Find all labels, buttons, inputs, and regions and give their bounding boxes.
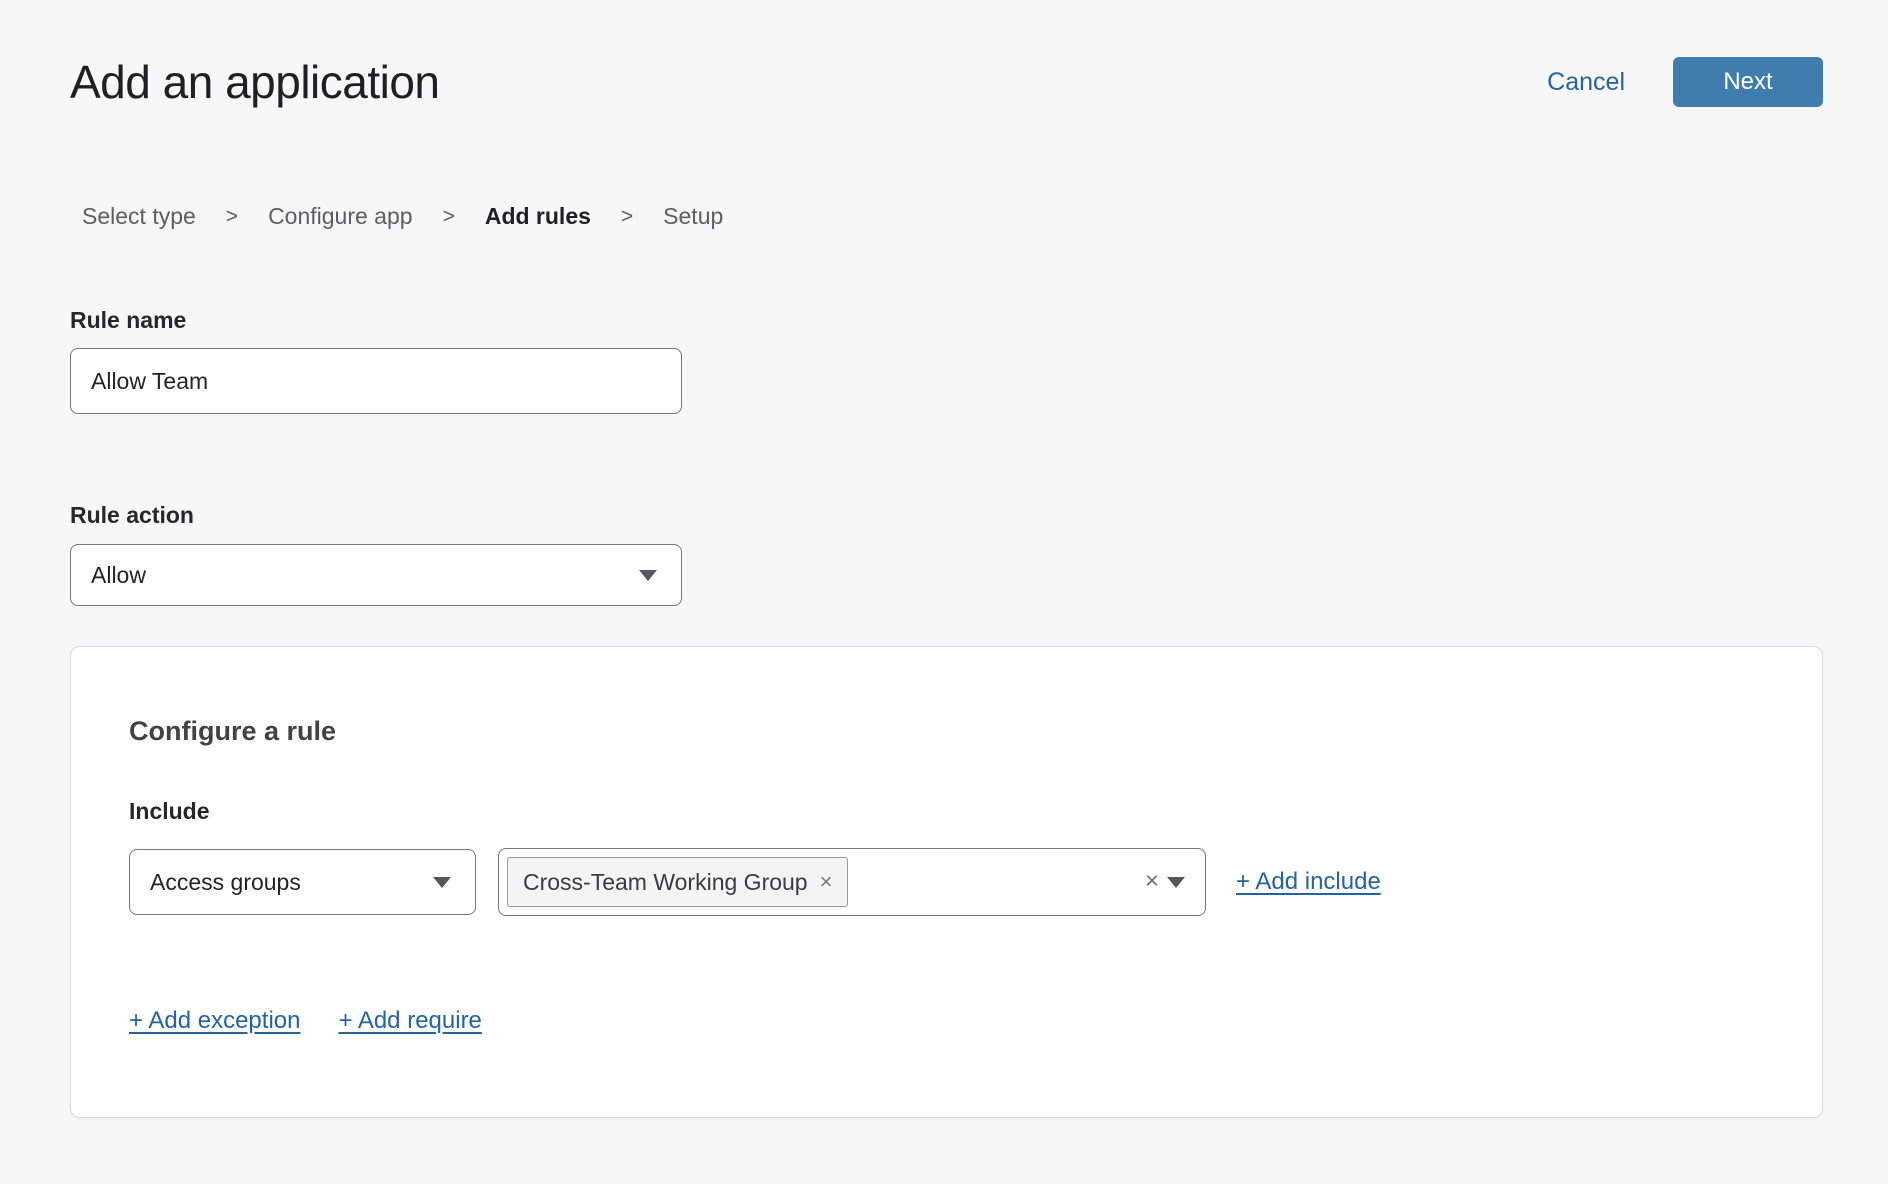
chevron-down-icon[interactable] [1167,877,1185,888]
include-rule-row: Access groups Cross-Team Working Group ×… [129,848,1762,916]
breadcrumb-step-setup[interactable]: Setup [663,203,723,230]
breadcrumb-separator: > [443,203,455,230]
add-require-link[interactable]: + Add require [338,1007,481,1035]
cancel-button[interactable]: Cancel [1547,68,1625,97]
include-selector-value: Access groups [150,869,301,896]
breadcrumb-step-add-rules[interactable]: Add rules [485,203,591,230]
breadcrumb-separator: > [226,203,238,230]
chevron-down-icon [639,570,657,581]
rule-name-input[interactable] [70,348,682,414]
rule-form: Rule name Rule action Allow [70,306,1888,606]
breadcrumb-step-select-type[interactable]: Select type [82,203,196,230]
rule-extra-links: + Add exception + Add require [129,1007,1762,1035]
include-label: Include [129,797,1762,825]
page-title: Add an application [70,55,440,109]
selected-group-tag-label: Cross-Team Working Group [523,869,808,896]
rule-action-label: Rule action [70,501,1888,529]
selected-group-tag: Cross-Team Working Group × [507,857,848,907]
rule-action-select[interactable]: Allow [70,544,682,606]
add-include-link[interactable]: + Add include [1236,868,1381,896]
breadcrumb-separator: > [621,203,633,230]
breadcrumb-step-configure-app[interactable]: Configure app [268,203,413,230]
card-heading: Configure a rule [129,715,1762,747]
configure-rule-card: Configure a rule Include Access groups C… [70,646,1823,1118]
clear-selection-icon[interactable]: × [1145,870,1159,894]
include-value-multiselect[interactable]: Cross-Team Working Group × × [498,848,1206,916]
chevron-down-icon [433,877,451,888]
add-exception-link[interactable]: + Add exception [129,1007,300,1035]
rule-name-label: Rule name [70,306,1888,334]
header-actions: Cancel Next [1547,57,1823,107]
rule-action-selected-value: Allow [91,562,146,589]
tag-remove-icon[interactable]: × [820,871,833,893]
page-header: Add an application Cancel Next [0,0,1888,109]
next-button[interactable]: Next [1673,57,1823,107]
breadcrumb: Select type > Configure app > Add rules … [82,203,1888,230]
include-selector-select[interactable]: Access groups [129,849,476,915]
